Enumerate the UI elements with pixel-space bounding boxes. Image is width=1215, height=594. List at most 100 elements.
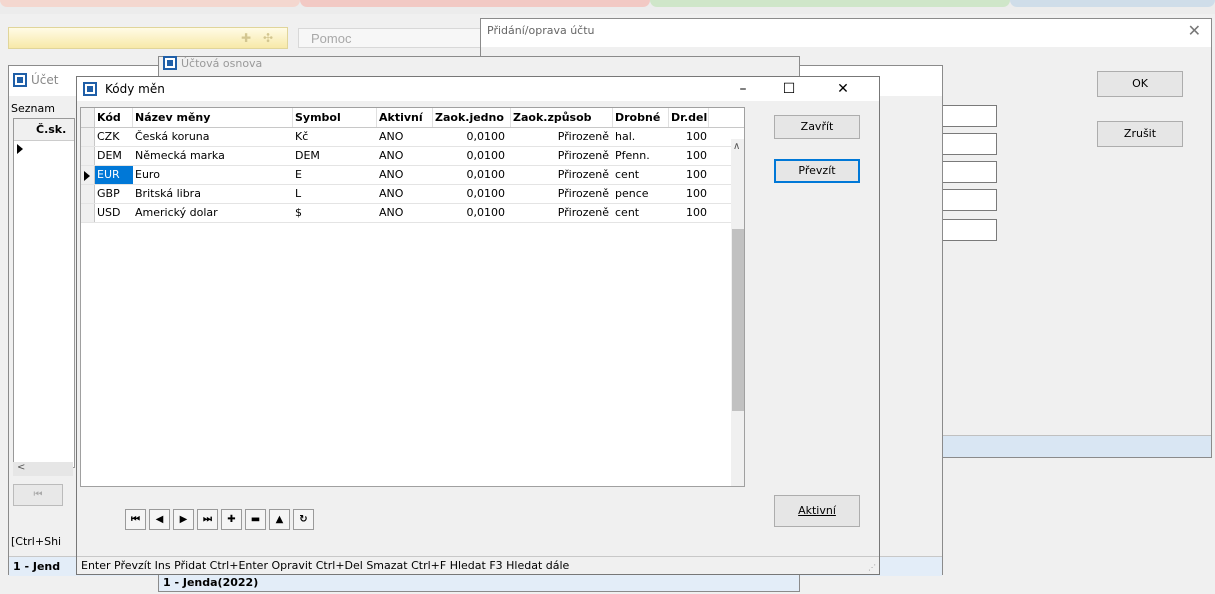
cell-code[interactable]: USD (95, 204, 133, 222)
column-header[interactable]: Symbol (293, 108, 377, 127)
strip-segment (1010, 0, 1215, 7)
cell-rounding-method[interactable]: Přirozeně (511, 128, 613, 146)
cell-name[interactable]: Německá marka (133, 147, 293, 165)
cancel-button[interactable]: Zrušit (1097, 121, 1183, 147)
record-navigator: ⏮ ◀ ▶ ⏭ ✚ ▬ ▲ ↻ (125, 509, 314, 530)
cell-symbol[interactable]: L (293, 185, 377, 203)
cell-rounding-unit[interactable]: 0,0100 (433, 204, 511, 222)
take-over-button[interactable]: Převzít (774, 159, 860, 183)
cell-rounding-method[interactable]: Přirozeně (511, 185, 613, 203)
table-row[interactable]: GBP Britská libra L ANO 0,0100 Přirozeně… (81, 185, 744, 204)
shortcut-hints: Enter Převzít Ins Přidat Ctrl+Enter Opra… (81, 559, 570, 572)
delete-record-icon[interactable]: ▬ (245, 509, 266, 530)
toolbar-panel: ✚ ✣ (8, 27, 288, 49)
tab-seznam[interactable]: Seznam (11, 102, 55, 115)
cell-symbol[interactable]: DEM (293, 147, 377, 165)
cell-divisor[interactable]: 100 (669, 147, 709, 165)
table-row[interactable]: DEM Německá marka DEM ANO 0,0100 Přiroze… (81, 147, 744, 166)
cell-name[interactable]: Americký dolar (133, 204, 293, 222)
cell-rounding-unit[interactable]: 0,0100 (433, 147, 511, 165)
cell-active[interactable]: ANO (377, 147, 433, 165)
strip-segment (300, 0, 650, 7)
vertical-scrollbar[interactable]: ∧ ∨ (731, 139, 744, 486)
table-row[interactable]: CZK Česká koruna Kč ANO 0,0100 Přirozeně… (81, 128, 744, 147)
column-header[interactable]: Zaok.jedno (433, 108, 511, 127)
scroll-thumb[interactable] (732, 229, 744, 411)
window-title: Kódy měn (105, 82, 165, 96)
nav-prev-icon[interactable]: ◀ (149, 509, 170, 530)
status-bar: 1 - Jenda(2022) (159, 573, 799, 591)
cell-active[interactable]: ANO (377, 166, 433, 184)
nav-next-icon[interactable]: ▶ (173, 509, 194, 530)
cell-active[interactable]: ANO (377, 185, 433, 203)
cell-subunit[interactable]: Pfenn. (613, 147, 669, 165)
column-header[interactable]: Dr.delit (669, 108, 709, 127)
column-header[interactable]: Název měny (133, 108, 293, 127)
close-icon[interactable]: ✕ (1188, 21, 1201, 40)
table-row[interactable] (14, 141, 74, 157)
row-indicator (81, 166, 95, 184)
cell-symbol[interactable]: $ (293, 204, 377, 222)
currency-codes-window: Kódy měn – ☐ ✕ Kód Název měny Symbol Akt… (76, 76, 880, 575)
cell-subunit[interactable]: cent (613, 166, 669, 184)
table-header: Kód Název měny Symbol Aktivní Zaok.jedno… (81, 108, 744, 128)
column-header[interactable]: Zaok.způsob (511, 108, 613, 127)
cell-subunit[interactable]: cent (613, 204, 669, 222)
cell-symbol[interactable]: Kč (293, 128, 377, 146)
cell-active[interactable]: ANO (377, 204, 433, 222)
column-header[interactable]: Č.sk. (14, 119, 74, 141)
ok-button[interactable]: OK (1097, 71, 1183, 97)
cell-name[interactable]: Euro (133, 166, 293, 184)
cell-rounding-unit[interactable]: 0,0100 (433, 166, 511, 184)
move-icon[interactable]: ✣ (263, 31, 273, 45)
horizontal-scrollbar[interactable]: < (13, 462, 73, 476)
cell-rounding-unit[interactable]: 0,0100 (433, 185, 511, 203)
cell-active[interactable]: ANO (377, 128, 433, 146)
post-record-icon[interactable]: ▲ (269, 509, 290, 530)
close-icon[interactable]: ✕ (821, 77, 865, 101)
cell-code[interactable]: GBP (95, 185, 133, 203)
cell-rounding-method[interactable]: Přirozeně (511, 166, 613, 184)
table-row[interactable]: USD Americký dolar $ ANO 0,0100 Přirozen… (81, 204, 744, 223)
cell-name[interactable]: Česká koruna (133, 128, 293, 146)
scroll-left-icon[interactable]: < (17, 462, 25, 473)
resize-grip-icon[interactable]: ⋰ (868, 563, 876, 572)
column-header[interactable]: Aktivní (377, 108, 433, 127)
maximize-icon[interactable]: ☐ (767, 77, 811, 101)
cell-rounding-method[interactable]: Přirozeně (511, 147, 613, 165)
app-icon (83, 82, 97, 96)
cell-divisor[interactable]: 100 (669, 166, 709, 184)
arrow-down-icon[interactable]: ✚ (241, 31, 251, 45)
scroll-up-icon[interactable]: ∧ (733, 141, 740, 152)
cell-divisor[interactable]: 100 (669, 128, 709, 146)
status-user: 1 - Jenda(2022) (163, 576, 259, 589)
add-record-icon[interactable]: ✚ (221, 509, 242, 530)
active-button[interactable]: Aktivní (774, 495, 860, 527)
column-header[interactable]: Kód (95, 108, 133, 127)
ledger-grid: Č.sk. (13, 118, 75, 468)
cell-rounding-unit[interactable]: 0,0100 (433, 128, 511, 146)
row-indicator (81, 128, 95, 146)
cell-code[interactable]: EUR (95, 166, 133, 184)
cell-code[interactable]: CZK (95, 128, 133, 146)
cell-code[interactable]: DEM (95, 147, 133, 165)
help-menu[interactable]: Pomoc (298, 28, 486, 48)
window-title: Účet (31, 73, 59, 87)
cell-subunit[interactable]: hal. (613, 128, 669, 146)
cell-rounding-method[interactable]: Přirozeně (511, 204, 613, 222)
nav-last-icon[interactable]: ⏭ (197, 509, 218, 530)
shortcut-hint: [Ctrl+Shi (11, 535, 62, 548)
close-button[interactable]: Zavřít (774, 115, 860, 139)
cell-subunit[interactable]: pence (613, 185, 669, 203)
cell-symbol[interactable]: E (293, 166, 377, 184)
cell-divisor[interactable]: 100 (669, 204, 709, 222)
row-indicator (81, 147, 95, 165)
column-header[interactable]: Drobné (613, 108, 669, 127)
nav-first-button[interactable]: ⏮ (13, 484, 63, 506)
cell-name[interactable]: Britská libra (133, 185, 293, 203)
table-row-selected[interactable]: EUR Euro E ANO 0,0100 Přirozeně cent 100 (81, 166, 744, 185)
nav-first-icon[interactable]: ⏮ (125, 509, 146, 530)
cell-divisor[interactable]: 100 (669, 185, 709, 203)
refresh-icon[interactable]: ↻ (293, 509, 314, 530)
minimize-icon[interactable]: – (721, 77, 765, 101)
